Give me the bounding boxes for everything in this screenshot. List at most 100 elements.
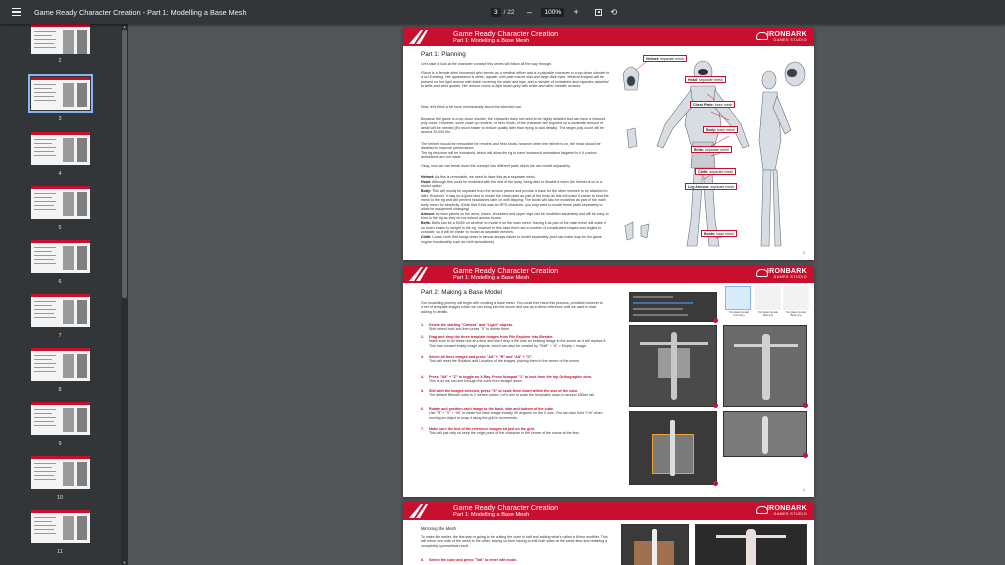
paragraph: Flavor is a female alien humanoid who se… [421, 71, 609, 89]
parts-list: Helmet: As this is removable, we need to… [421, 175, 609, 245]
header-subtitle: Part 1: Modelling a Base Mesh [453, 511, 530, 518]
paragraph: The rig structure will be humanoid, whic… [421, 151, 597, 160]
paragraph: The helmet should be removable for rende… [421, 142, 601, 151]
page-number-input[interactable]: 3 [491, 7, 501, 17]
part-description: Helmet: As this is removable, we need to… [421, 175, 536, 179]
thumbnail-image [31, 24, 90, 54]
paragraph: Now, let's think a bit more mechanically… [421, 105, 523, 109]
pdf-page-3: Game Ready Character Creation Part 1: Mo… [403, 28, 814, 260]
pdf-toolbar: Game Ready Character Creation - Part 1: … [0, 0, 1005, 24]
thumbnail-number: 8 [58, 387, 62, 393]
thumbnail-image [31, 132, 90, 165]
thumbnail-number: 10 [56, 495, 64, 501]
step-item: 1. Delete the starting "Camera" and "Ligh… [421, 323, 514, 332]
document-viewer[interactable]: Game Ready Character Creation Part 1: Mo… [128, 24, 1005, 565]
sidebar-scrollbar[interactable]: ▲ ▼ [121, 24, 128, 565]
scroll-up-icon[interactable]: ▲ [122, 24, 127, 29]
scroll-down-icon[interactable]: ▼ [122, 560, 127, 565]
thumbnail-image [31, 510, 90, 543]
step-item: 4. Press "Alt" + "Z" to toggle on X-Ray. … [421, 375, 592, 384]
step-item: 8. Select the cube and press "Tab" to ent… [421, 558, 518, 562]
paragraph: Our modelling journey will begin with cr… [421, 301, 603, 314]
part-description: Cloth: Loose cloth that hangs down is al… [421, 235, 602, 244]
callout-label: Helmet: separate mesh [643, 55, 687, 62]
step-item: 6. Rotate and position each image to the … [421, 407, 603, 420]
swoosh-logo-icon [409, 30, 428, 44]
callout-label: Belts: separate mesh [691, 146, 732, 153]
page-header-banner: Game Ready Character Creation Part 1: Mo… [403, 28, 814, 46]
menu-icon[interactable] [7, 3, 25, 21]
paragraph: Because the game is a top down shooter, … [421, 117, 606, 135]
zoom-out-button[interactable]: – [524, 7, 534, 17]
thumbnail-number: 2 [58, 58, 62, 64]
thumbnail-image [31, 348, 90, 381]
outliner-screenshot [629, 292, 718, 323]
step-badge [713, 318, 718, 323]
document-title: Game Ready Character Creation - Part 1: … [34, 7, 247, 17]
paragraph: To make life easier, the first step is g… [421, 535, 608, 548]
callout-label: Chest Plate: base mesh [690, 101, 736, 108]
thumbnail-number: 5 [58, 225, 62, 231]
step-item: 7. Make sure the feet of the reference im… [421, 427, 580, 436]
paragraph: Okay, now we can break down the concept … [421, 164, 571, 168]
viewport-side-screenshot [723, 411, 808, 458]
step-item: 3. Select all three images and press "Alt… [421, 355, 581, 364]
thumbnail-number: 9 [58, 441, 62, 447]
viewport-mirror-screenshot [621, 524, 689, 565]
step-item: 5. Still with the images selected, press … [421, 389, 595, 398]
header-subtitle: Part 1: Modelling a Base Mesh [453, 274, 530, 281]
page-header-banner: Game Ready Character Creation Part 1: Mo… [403, 265, 814, 283]
pdf-page-4: Game Ready Character Creation Part 1: Mo… [403, 265, 814, 497]
thumbnail-number: 7 [58, 333, 62, 339]
callout-label: Cloth: separate mesh [695, 168, 737, 175]
callout-label: Head: separate mesh [685, 76, 726, 83]
brand-logo: IRONBARK GAMES STUDIO [766, 31, 807, 42]
viewport-cube-screenshot [629, 411, 718, 486]
zoom-level-input[interactable]: 100% [541, 7, 565, 17]
section-title: Part 2: Making a Base Model [421, 289, 502, 296]
part-description: Body: This will mostly be separate from … [421, 189, 609, 212]
header-subtitle: Part 1: Modelling a Base Mesh [453, 37, 530, 44]
zoom-in-button[interactable]: + [571, 7, 581, 17]
reference-images: Template Female Front.png Template Femal… [725, 286, 809, 318]
brand-logo: IRONBARK GAMES STUDIO [766, 268, 807, 279]
thumbnail-number: 11 [57, 549, 63, 555]
step-badge [803, 403, 808, 408]
page-total: / 22 [503, 8, 515, 16]
section-title: Mirroring the Mesh [421, 526, 456, 531]
thumbnail-number: 6 [58, 279, 62, 285]
thumbnail-image [31, 456, 90, 489]
thumbnail-image [28, 74, 93, 113]
page-number: 4 [803, 488, 805, 492]
thumbnail-image [31, 402, 90, 435]
callout-label: Leg Armour: separate mesh [685, 183, 738, 190]
thumbnail-image [31, 186, 90, 219]
part-description: Armour: Armour pieces on the arms, knees… [421, 212, 609, 221]
callout-label: Body: base mesh [703, 126, 738, 133]
brand-logo: IRONBARK GAMES STUDIO [766, 505, 807, 516]
pdf-page-5: Game Ready Character Creation Part 1: Mo… [403, 502, 814, 565]
section-title: Part 1: Planning [421, 51, 466, 58]
thumbnail-image [31, 240, 90, 273]
callout-label: Boots: base mesh [701, 230, 737, 237]
page-header-banner: Game Ready Character Creation Part 1: Mo… [403, 502, 814, 520]
step-badge [713, 481, 718, 486]
viewport-back-screenshot [723, 325, 808, 408]
rotate-icon[interactable]: ⟲ [610, 7, 617, 18]
step-badge [803, 453, 808, 458]
step-badge [713, 403, 718, 408]
viewport-body-screenshot [695, 524, 807, 565]
viewport-front-screenshot [629, 325, 718, 408]
swoosh-logo-icon [409, 267, 428, 281]
thumbnail-sidebar: 2 3 4 5 6 7 8 9 10 11 [0, 24, 121, 565]
part-description: Head: Although this could be modelled wi… [421, 180, 602, 189]
thumbnail-image [31, 294, 90, 327]
part-description: Belts: Belts can be a 50/50 on whether t… [421, 221, 606, 235]
page-number: 3 [803, 251, 805, 255]
fit-to-page-icon[interactable] [595, 8, 603, 16]
swoosh-logo-icon [409, 504, 428, 518]
step-item: 2. Drag and drop the three template image… [421, 335, 607, 348]
thumbnail-number: 3 [58, 116, 62, 122]
scrollbar-thumb[interactable] [122, 30, 127, 298]
thumbnail-number: 4 [58, 171, 62, 177]
